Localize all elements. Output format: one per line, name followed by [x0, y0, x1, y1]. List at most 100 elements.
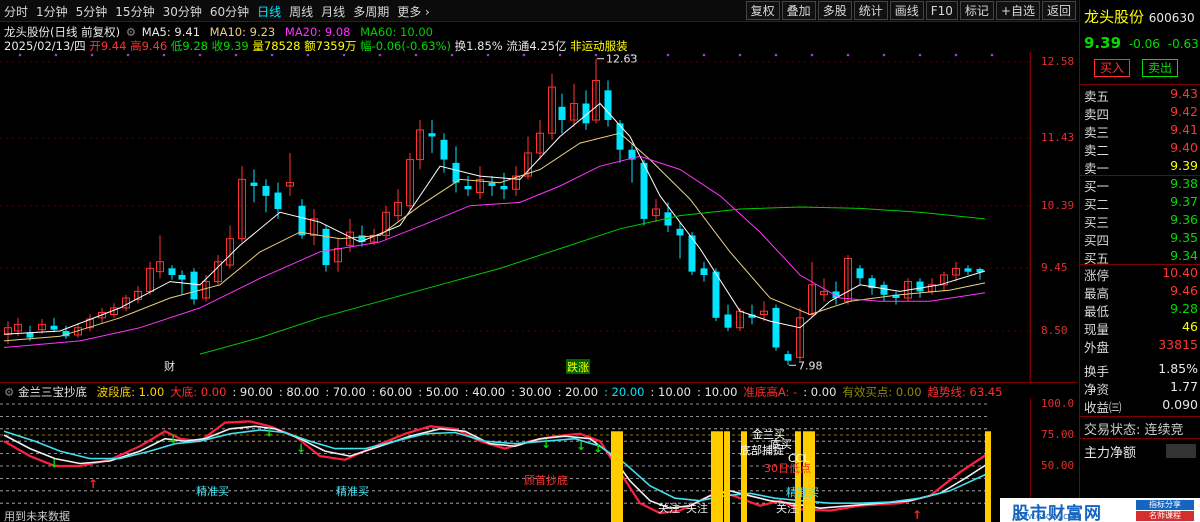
sell-order-row: 卖二 9.40 [1084, 140, 1200, 158]
event-dot [774, 53, 778, 57]
event-dot [234, 53, 238, 57]
indicator-value-9: : 20.00 [557, 385, 599, 399]
signal-label-guanzhu2: 关注 [686, 501, 708, 515]
ma20-label: MA20: 9.08 [284, 25, 351, 39]
sell-order-row-label: 卖一 [1084, 161, 1110, 176]
candlestick-chart[interactable]: 12.63 7.98 财 跌涨 [0, 52, 1078, 382]
period-tab-2[interactable]: 5分钟 [76, 3, 108, 20]
period-tab-5[interactable]: 60分钟 [210, 3, 249, 20]
buy-order-row-label: 买四 [1084, 233, 1110, 248]
bottom-signal-bar [617, 431, 623, 522]
sell-order-row: 卖五 9.43 [1084, 86, 1200, 104]
indicator-value-8: : 30.00 [511, 385, 552, 399]
period-tab-1[interactable]: 1分钟 [36, 3, 68, 20]
period-tab-4[interactable]: 30分钟 [163, 3, 202, 20]
limit-marker: 跌涨 [567, 360, 589, 374]
period-tab-3[interactable]: 15分钟 [115, 3, 154, 20]
stat-row: 外盘 33815 [1084, 337, 1200, 355]
indicator-value-15: 有效买点: 0.00 [842, 385, 922, 399]
candle-body-down [712, 271, 720, 318]
event-dot [882, 53, 886, 57]
price-tick: 9.45 [1041, 261, 1068, 274]
buy-order-row-label: 买二 [1084, 197, 1110, 212]
action-button-8[interactable]: 返回 [1041, 1, 1076, 20]
indicator-value-12: : 10.00 [696, 385, 738, 399]
quote-high: 高9.46 [130, 39, 168, 53]
indicator-settings-icon[interactable]: ⚙ [4, 385, 14, 399]
price-change-pct: -0.63 [1167, 37, 1199, 51]
period-tab-9[interactable]: 多周期 [353, 3, 389, 20]
indicator-chart[interactable]: ↓↓ ↓↓ ↓ ↓ ↓↑↑精准买 精准买顾首抄底关注 关注 关注金兰买底部捕捉CCL30日低点… [0, 398, 1030, 522]
indicator-value-13: 准底高A: - [743, 385, 798, 399]
quote-close: 收9.39 [211, 39, 249, 53]
stat-row-label: 外盘 [1084, 340, 1110, 355]
buy-arrow-icon: ↑ [88, 477, 98, 491]
event-dot [342, 53, 346, 57]
stat-row-value: 9.46 [1170, 283, 1198, 298]
settings-icon[interactable]: ⚙ [126, 25, 136, 39]
quote-amount: 额7359万 [304, 39, 357, 53]
candle-body-down [880, 284, 888, 295]
candle-body-down [428, 133, 436, 137]
candle-body-down [500, 185, 508, 190]
ma10-line [3, 132, 986, 342]
sell-order-row-value: 9.39 [1170, 158, 1198, 173]
action-button-4[interactable]: 画线 [889, 1, 924, 20]
signal-label-jingzhun1: 精准买 [196, 485, 229, 498]
price-tick: 12.58 [1041, 55, 1075, 68]
candle-body-down [558, 106, 566, 121]
period-tab-8[interactable]: 月线 [321, 3, 345, 20]
candle-body-down [298, 205, 306, 236]
period-tab-6[interactable]: 日线 [257, 3, 281, 20]
period-tab-0[interactable]: 分时 [4, 3, 28, 20]
candle-body-down [178, 274, 186, 280]
indicator-value-2: : 90.00 [232, 385, 273, 399]
event-dot [486, 53, 490, 57]
main-flow-bar [1166, 444, 1196, 458]
indicator-tick: 75.00 [1041, 428, 1075, 441]
price-change: -0.06 [1128, 37, 1160, 51]
panel-divider [0, 382, 1078, 383]
stat-row-label: 收益㈢ [1084, 400, 1122, 415]
sell-button[interactable]: 卖出 [1142, 59, 1178, 77]
action-button-1[interactable]: 叠加 [781, 1, 816, 20]
indicator-value-6: : 50.00 [418, 385, 459, 399]
candle-body-down [488, 182, 496, 186]
signal-label-dichaodi: 顾首抄底 [524, 473, 568, 487]
buy-order-row-label: 买一 [1084, 179, 1110, 194]
price-tick: 10.39 [1041, 199, 1075, 212]
period-tab-7[interactable]: 周线 [289, 3, 313, 20]
action-button-3[interactable]: 统计 [853, 1, 888, 20]
action-button-0[interactable]: 复权 [745, 1, 780, 20]
buy-order-row-value: 9.38 [1170, 176, 1198, 191]
indicator-name: 金兰三宝抄底 [17, 385, 87, 399]
quote-low: 低9.28 [170, 39, 208, 53]
candle-body-down [50, 325, 58, 330]
buy-button[interactable]: 买入 [1094, 59, 1130, 77]
sell-order-row-label: 卖四 [1084, 107, 1110, 122]
stat-row-value: 1.77 [1170, 379, 1198, 394]
action-button-6[interactable]: 标记 [959, 1, 994, 20]
sell-order-row-label: 卖三 [1084, 125, 1110, 140]
finance-marker: 财 [164, 359, 175, 373]
sell-order-row-label: 卖五 [1084, 89, 1110, 104]
bottom-signal-bar [717, 431, 723, 522]
indicator-value-3: : 80.00 [278, 385, 320, 399]
event-dot [918, 53, 922, 57]
stat-row-value: 9.28 [1170, 301, 1198, 316]
action-button-2[interactable]: 多股 [817, 1, 852, 20]
candle-body-down [440, 139, 448, 160]
period-tab-10[interactable]: 更多 › [397, 3, 430, 20]
quote-open: 开9.44 [89, 39, 127, 53]
action-button-7[interactable]: +自选 [995, 1, 1040, 20]
action-button-5[interactable]: F10 [925, 1, 958, 20]
event-dot [846, 53, 850, 57]
sell-order-row-label: 卖二 [1084, 143, 1110, 158]
main-flow-label: 主力净额 [1084, 446, 1137, 461]
sell-order-row-value: 9.41 [1170, 122, 1198, 137]
candle-body-down [772, 307, 780, 348]
stat-row: 最低 9.28 [1084, 301, 1200, 319]
buy-order-row-label: 买三 [1084, 215, 1110, 230]
indicator-value-0: 波段底: 1.00 [96, 385, 165, 399]
sell-order-row-value: 9.42 [1170, 104, 1198, 119]
